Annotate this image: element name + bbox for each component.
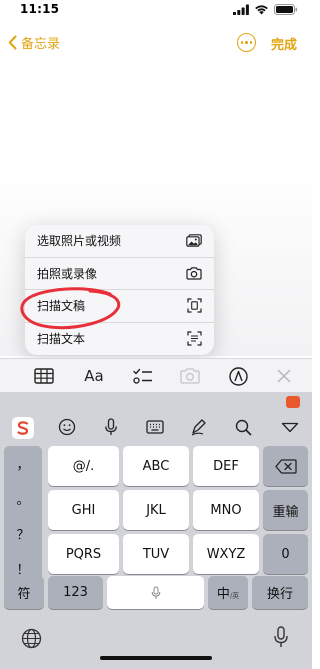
close-icon[interactable]: [273, 366, 295, 386]
emoji-icon[interactable]: [57, 417, 77, 437]
sogou-logo-icon[interactable]: [12, 417, 34, 439]
back-button[interactable]: 备忘录: [8, 33, 60, 52]
menu-item-label: 扫描文稿: [37, 299, 86, 314]
status-icons: [233, 4, 298, 15]
space-key[interactable]: [107, 576, 204, 609]
language-switch-key[interactable]: 中/英: [208, 576, 248, 609]
handwriting-icon[interactable]: [189, 417, 209, 437]
microphone-icon: [151, 586, 160, 599]
menu-item-choose-photo[interactable]: 选取照片或视频: [25, 225, 214, 258]
punct-key-question[interactable]: ？: [4, 516, 42, 551]
status-bar: 11:15: [0, 0, 312, 22]
key-5[interactable]: JKL: [123, 490, 189, 530]
language-sub-label: /英: [229, 592, 240, 600]
punctuation-column: ， 。 ？ ！: [4, 446, 42, 586]
key-4[interactable]: GHI: [48, 490, 119, 530]
markup-pen-icon[interactable]: [227, 366, 249, 386]
key-7[interactable]: PQRS: [48, 534, 119, 574]
attachment-menu: 选取照片或视频 拍照或录像 扫描文稿 扫描文本: [25, 225, 214, 355]
home-indicator: [100, 656, 212, 660]
punct-key-period[interactable]: 。: [4, 481, 42, 516]
numbers-key[interactable]: 123: [48, 576, 103, 609]
format-text-label: Aa: [84, 367, 104, 385]
nav-bar: 备忘录 完成: [0, 30, 312, 56]
reinput-button[interactable]: 重输: [263, 490, 308, 530]
camera-icon[interactable]: [179, 366, 201, 386]
return-key[interactable]: 换行: [252, 576, 308, 609]
ime-logo-icon: [286, 396, 300, 408]
key-6[interactable]: MNO: [193, 490, 259, 530]
ellipsis-dot: [249, 41, 253, 44]
table-icon[interactable]: [33, 366, 55, 386]
done-button[interactable]: 完成: [271, 34, 297, 53]
format-toolbar: Aa: [0, 358, 312, 392]
key-2[interactable]: ABC: [123, 446, 189, 486]
chevron-down-icon[interactable]: [280, 417, 300, 437]
ellipsis-dot: [240, 41, 244, 44]
menu-item-label: 扫描文本: [37, 332, 86, 347]
delete-icon: [274, 458, 297, 474]
ellipsis-dot: [245, 41, 248, 44]
delete-button[interactable]: [263, 446, 308, 486]
dictation-icon[interactable]: [270, 626, 292, 648]
zero-key[interactable]: 0: [263, 534, 308, 574]
keyboard-candidate-strip: [0, 392, 312, 412]
scan-text-icon: [186, 331, 202, 347]
language-label: 中: [216, 587, 230, 602]
battery-icon: [274, 4, 298, 15]
status-time: 11:15: [20, 2, 60, 16]
more-options-button[interactable]: [237, 33, 256, 52]
microphone-icon[interactable]: [101, 417, 121, 437]
key-9[interactable]: WXYZ: [193, 534, 259, 574]
photo-library-icon: [186, 233, 202, 249]
keyboard: ， 。 ？ ！ @/. ABC DEF GHI JKL MNO 重输 PQRS …: [0, 392, 312, 669]
menu-item-label: 拍照或录像: [37, 266, 98, 281]
menu-item-take-photo[interactable]: 拍照或录像: [25, 258, 214, 290]
keyboard-switch-icon[interactable]: [145, 417, 165, 437]
globe-icon[interactable]: [20, 627, 42, 649]
keyboard-toolbar: [0, 412, 312, 442]
key-1[interactable]: @/.: [48, 446, 119, 486]
scan-document-icon: [186, 298, 202, 314]
punct-key-comma[interactable]: ，: [4, 446, 42, 481]
key-3[interactable]: DEF: [193, 446, 259, 486]
menu-item-label: 选取照片或视频: [37, 234, 122, 249]
chevron-left-icon: [8, 35, 17, 50]
back-button-label: 备忘录: [21, 37, 61, 52]
menu-item-scan-document[interactable]: 扫描文稿: [25, 290, 214, 323]
menu-item-scan-text[interactable]: 扫描文本: [25, 323, 214, 356]
key-8[interactable]: TUV: [123, 534, 189, 574]
cellular-signal-icon: [233, 4, 249, 15]
symbol-key[interactable]: 符: [4, 576, 44, 609]
search-icon[interactable]: [233, 417, 253, 437]
format-text-icon[interactable]: Aa: [82, 366, 106, 386]
camera-icon: [186, 265, 202, 281]
wifi-icon: [255, 5, 268, 15]
checklist-icon[interactable]: [132, 366, 154, 386]
